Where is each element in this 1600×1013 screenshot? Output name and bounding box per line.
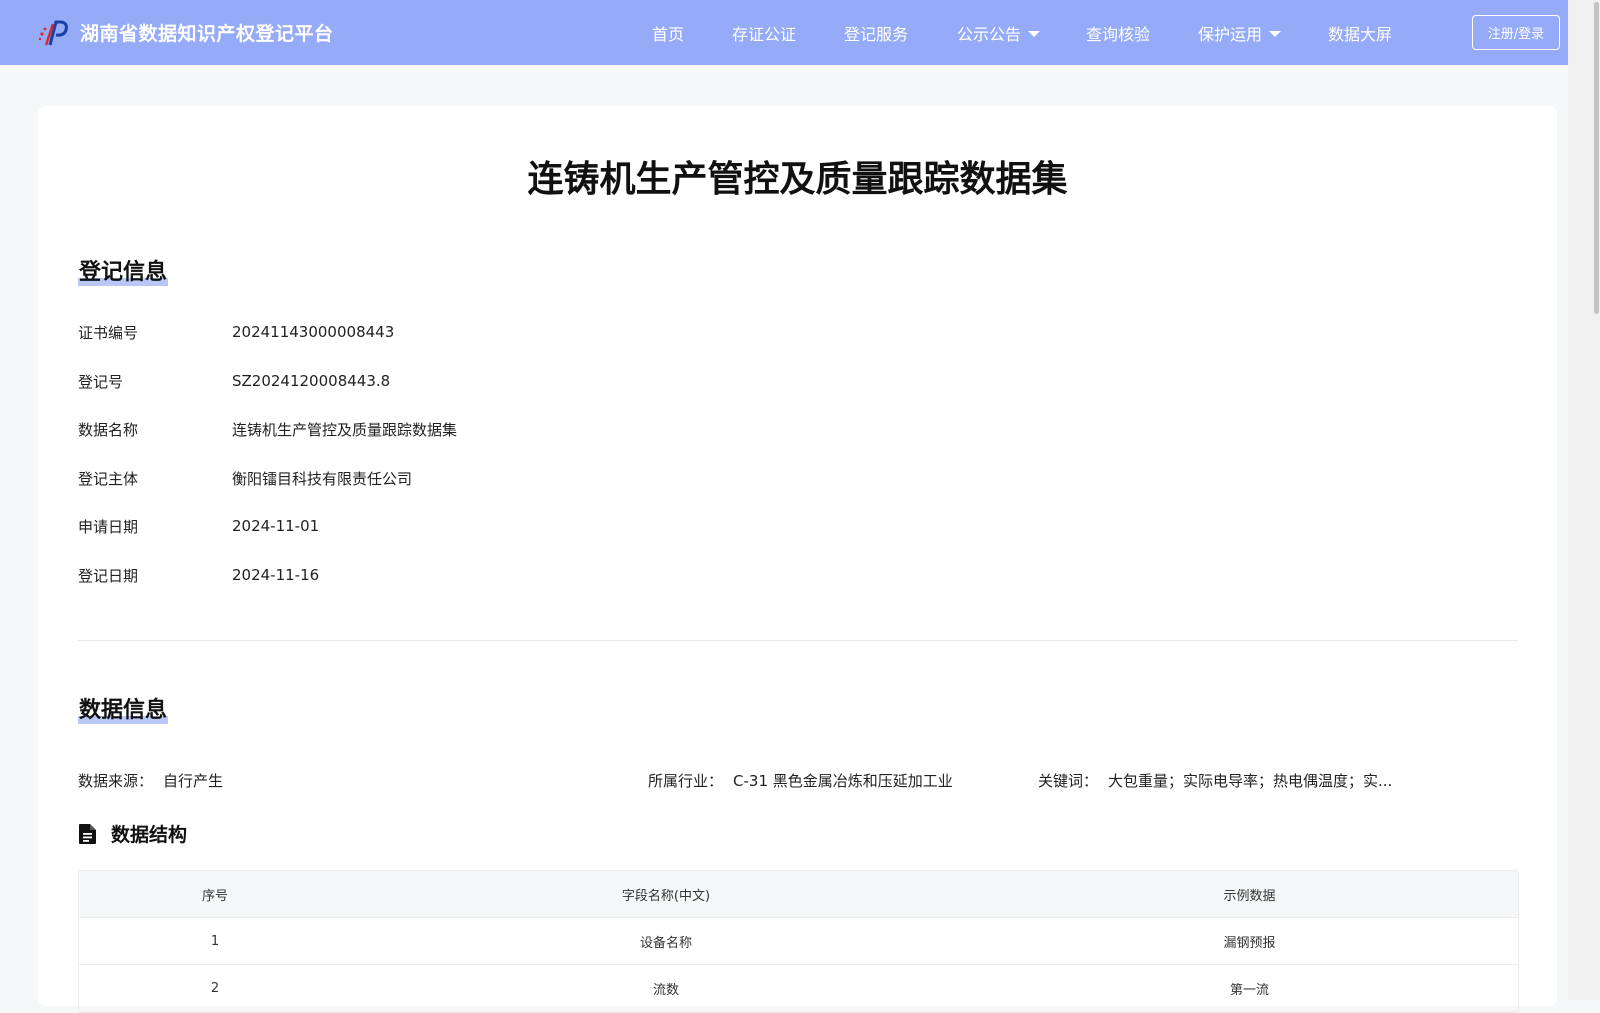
nav-announcements[interactable]: 公示公告 xyxy=(957,0,1041,65)
table-cell: 1 xyxy=(210,933,220,949)
nav-registration-service[interactable]: 登记服务 xyxy=(844,0,908,65)
info-row-data-name: 数据名称 连铸机生产管控及质量跟踪数据集 xyxy=(78,420,458,439)
table-row: 1 设备名称 漏钢预报 xyxy=(79,918,1518,965)
chevron-down-icon xyxy=(1269,30,1282,37)
data-info-section-title: 数据信息 xyxy=(78,692,169,724)
data-source: 数据来源： 自行产生 xyxy=(78,772,224,790)
info-row-certificate-number: 证书编号 20241143000008443 xyxy=(78,323,395,342)
industry: 所属行业： C-31 黑色金属冶炼和压延加工业 xyxy=(648,772,953,790)
table-cell: 第一流 xyxy=(1229,982,1269,998)
brand[interactable]: 湖南省数据知识产权登记平台 xyxy=(38,0,334,65)
table-header-row: 序号 字段名称(中文) 示例数据 xyxy=(79,871,1518,918)
nav-home[interactable]: 首页 xyxy=(652,0,684,65)
table-cell: 流数 xyxy=(652,982,679,998)
table-row: 2 流数 第一流 xyxy=(79,965,1518,1012)
nav-data-screen[interactable]: 数据大屏 xyxy=(1328,0,1392,65)
table-cell: 2 xyxy=(210,980,220,996)
section-divider xyxy=(78,640,1518,641)
top-navigation-bar: 湖南省数据知识产权登记平台 首页 存证公证 登记服务 公示公告 查询核验 保护运… xyxy=(0,0,1568,65)
info-row-registrant: 登记主体 衡阳镭目科技有限责任公司 xyxy=(78,469,413,488)
platform-logo-icon xyxy=(38,20,68,45)
registration-section-title: 登记信息 xyxy=(78,254,169,286)
column-header-field-name: 字段名称(中文) xyxy=(621,888,711,904)
keywords: 关键词： 大包重量；实际电导率；热电偶温度；实... xyxy=(1038,772,1393,790)
register-login-button[interactable]: 注册/登录 xyxy=(1472,15,1560,50)
nav-evidence-notarization[interactable]: 存证公证 xyxy=(732,0,796,65)
chevron-down-icon xyxy=(1028,30,1041,37)
detail-card: 连铸机生产管控及质量跟踪数据集 登记信息 证书编号 20241143000008… xyxy=(38,106,1557,1013)
nav-protection-use[interactable]: 保护运用 xyxy=(1198,0,1282,65)
info-row-registration-number: 登记号 SZ2024120008443.8 xyxy=(78,372,391,391)
nav-query-verify[interactable]: 查询核验 xyxy=(1086,0,1150,65)
page-title: 连铸机生产管控及质量跟踪数据集 xyxy=(527,158,1068,200)
column-header-sample-data: 示例数据 xyxy=(1223,888,1276,904)
table-cell: 漏钢预报 xyxy=(1223,935,1276,951)
scrollbar-thumb[interactable] xyxy=(1594,2,1599,314)
info-row-application-date: 申请日期 2024-11-01 xyxy=(78,517,320,536)
file-text-icon xyxy=(79,823,96,844)
data-structure-table: 序号 字段名称(中文) 示例数据 1 设备名称 漏钢预报 2 流数 第一流 xyxy=(78,870,1519,1013)
page-scrollbar[interactable] xyxy=(1568,0,1600,1000)
table-cell: 设备名称 xyxy=(639,935,692,951)
info-row-registration-date: 登记日期 2024-11-16 xyxy=(78,566,320,585)
brand-name: 湖南省数据知识产权登记平台 xyxy=(80,23,334,45)
data-structure-title: 数据结构 xyxy=(78,820,187,847)
column-header-index: 序号 xyxy=(201,888,228,904)
